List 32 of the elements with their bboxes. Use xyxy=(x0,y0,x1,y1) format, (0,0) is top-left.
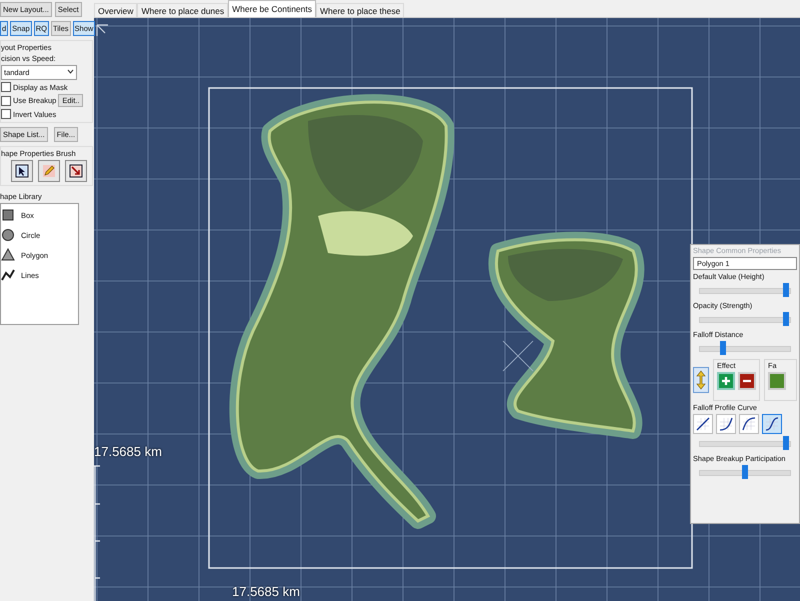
pencil-tool-icon[interactable] xyxy=(38,160,60,182)
box-shape-icon xyxy=(1,208,15,222)
checkbox[interactable] xyxy=(1,96,11,106)
scale-label: 17.5685 km xyxy=(94,444,162,459)
swap-arrows-icon[interactable] xyxy=(693,367,709,393)
pointer-tool-icon[interactable] xyxy=(11,160,33,182)
slider-thumb[interactable] xyxy=(720,341,726,355)
circle-shape-icon xyxy=(1,228,15,242)
tab[interactable]: Overview xyxy=(94,3,138,17)
tab[interactable]: Where to place dunes xyxy=(137,3,228,17)
curve-button[interactable] xyxy=(762,414,782,434)
curve-button[interactable] xyxy=(739,414,759,434)
tab[interactable]: Where be Continents xyxy=(228,0,316,17)
eraser-tool-icon[interactable] xyxy=(65,160,87,182)
minus-button[interactable] xyxy=(738,372,756,390)
falloff-button[interactable] xyxy=(768,372,786,390)
slider-thumb[interactable] xyxy=(782,312,788,326)
plus-icon xyxy=(721,376,731,386)
checkbox[interactable] xyxy=(1,109,11,119)
chevron-down-icon xyxy=(67,68,74,75)
checkbox[interactable] xyxy=(1,82,11,92)
scale-label: 17.5685 km xyxy=(232,584,300,599)
lines-shape-icon xyxy=(1,268,15,282)
slider-thumb[interactable] xyxy=(782,283,788,297)
plus-button[interactable] xyxy=(717,372,735,390)
corner-marker-icon xyxy=(96,24,109,37)
crosshair-icon xyxy=(502,340,534,372)
curve-button[interactable] xyxy=(693,414,713,434)
tab[interactable]: Where to place these xyxy=(316,3,404,17)
curve-button[interactable] xyxy=(716,414,736,434)
slider-thumb[interactable] xyxy=(782,436,788,450)
slider-thumb[interactable] xyxy=(742,465,748,479)
